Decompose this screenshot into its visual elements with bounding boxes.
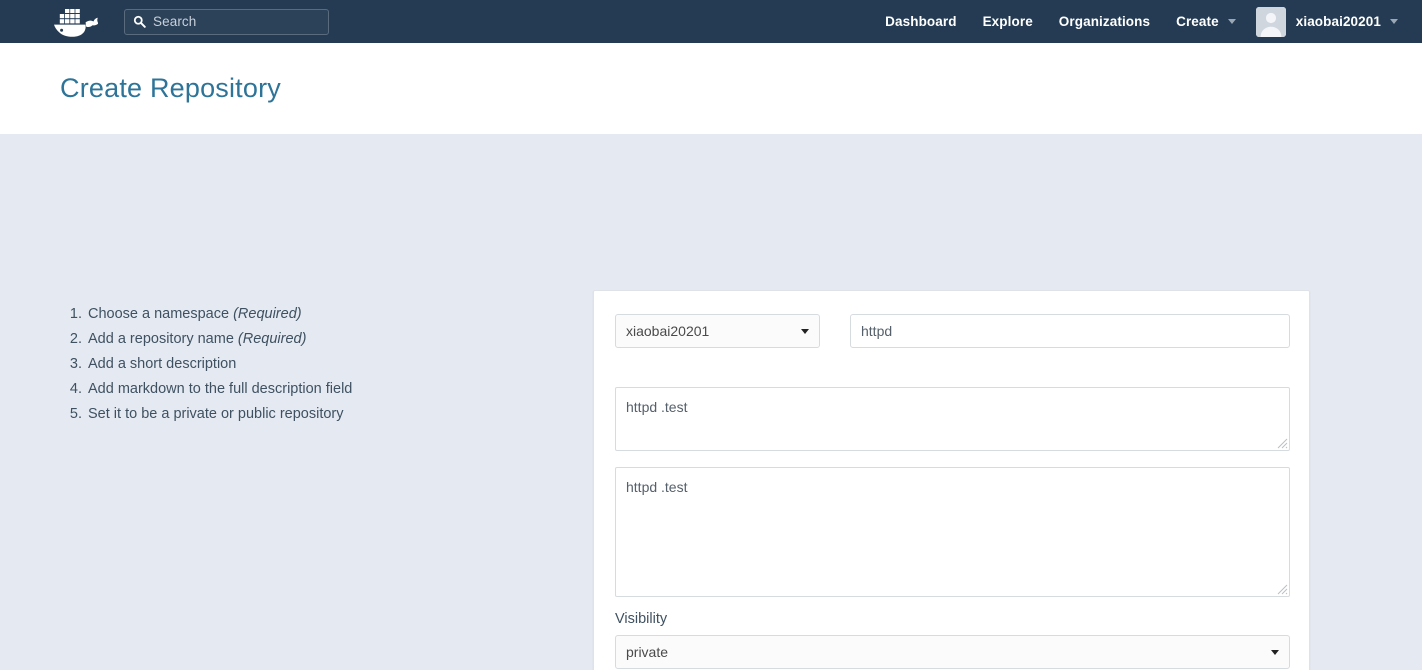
visibility-label: Visibility [615, 611, 668, 627]
visibility-select-value: private [626, 644, 669, 660]
namespace-select-value: xiaobai20201 [626, 323, 710, 339]
list-item: Set it to be a private or public reposit… [86, 402, 352, 427]
step-text: Choose a namespace [88, 306, 234, 322]
chevron-down-icon [1271, 650, 1279, 655]
full-description-value: httpd .test [626, 479, 688, 495]
repository-name-input[interactable]: httpd [850, 314, 1290, 348]
nav-menu-user[interactable]: xiaobai20201 [1248, 6, 1412, 37]
short-description-textarea[interactable]: httpd .test [615, 387, 1290, 451]
list-item: Choose a namespace (Required) [86, 302, 352, 327]
namespace-select[interactable]: xiaobai20201 [615, 314, 820, 348]
search-icon [133, 15, 146, 28]
top-navbar: Search Dashboard Explore Organizations C… [0, 0, 1422, 43]
avatar [1255, 6, 1286, 37]
nav-link-dashboard[interactable]: Dashboard [872, 0, 969, 43]
page-body: Choose a namespace (Required) Add a repo… [0, 134, 1422, 670]
step-text: Add markdown to the full description fie… [88, 381, 353, 397]
instructions-list: Choose a namespace (Required) Add a repo… [62, 302, 352, 427]
search-placeholder-text: Search [153, 14, 197, 29]
short-description-value: httpd .test [626, 399, 688, 415]
user-avatar-icon [1255, 6, 1286, 37]
nav-menu-create[interactable]: Create [1163, 14, 1248, 29]
chevron-down-icon [1227, 19, 1236, 24]
full-description-textarea[interactable]: httpd .test [615, 467, 1290, 597]
page-header: Create Repository [0, 43, 1422, 134]
list-item: Add a repository name (Required) [86, 327, 352, 352]
page-title: Create Repository [60, 73, 281, 103]
navbar-right-group: Dashboard Explore Organizations Create x… [872, 0, 1412, 43]
nav-menu-create-label: Create [1176, 14, 1219, 29]
step-text: Add a short description [88, 356, 237, 372]
nav-link-explore[interactable]: Explore [970, 0, 1046, 43]
docker-whale-logo[interactable] [44, 0, 106, 43]
step-required-note: (Required) [233, 306, 302, 322]
repository-name-value: httpd [861, 323, 893, 339]
step-required-note: (Required) [237, 331, 307, 347]
resize-handle-icon [1277, 584, 1288, 595]
nav-link-organizations[interactable]: Organizations [1046, 0, 1163, 43]
list-item: Add a short description [86, 352, 352, 377]
step-text: Add a repository name [88, 331, 238, 347]
docker-whale-icon [54, 8, 98, 37]
list-item: Add markdown to the full description fie… [86, 377, 352, 402]
create-repository-form-card: xiaobai20201 httpd httpd .test httpd .te… [593, 290, 1310, 670]
visibility-select[interactable]: private [615, 635, 1290, 669]
chevron-down-icon [1390, 19, 1398, 24]
nav-user-name: xiaobai20201 [1295, 14, 1381, 29]
chevron-down-icon [801, 329, 809, 334]
resize-handle-icon [1277, 438, 1288, 449]
namespace-and-name-row: xiaobai20201 httpd [615, 314, 1290, 348]
search-input[interactable]: Search [124, 8, 329, 35]
step-text: Set it to be a private or public reposit… [88, 406, 344, 422]
